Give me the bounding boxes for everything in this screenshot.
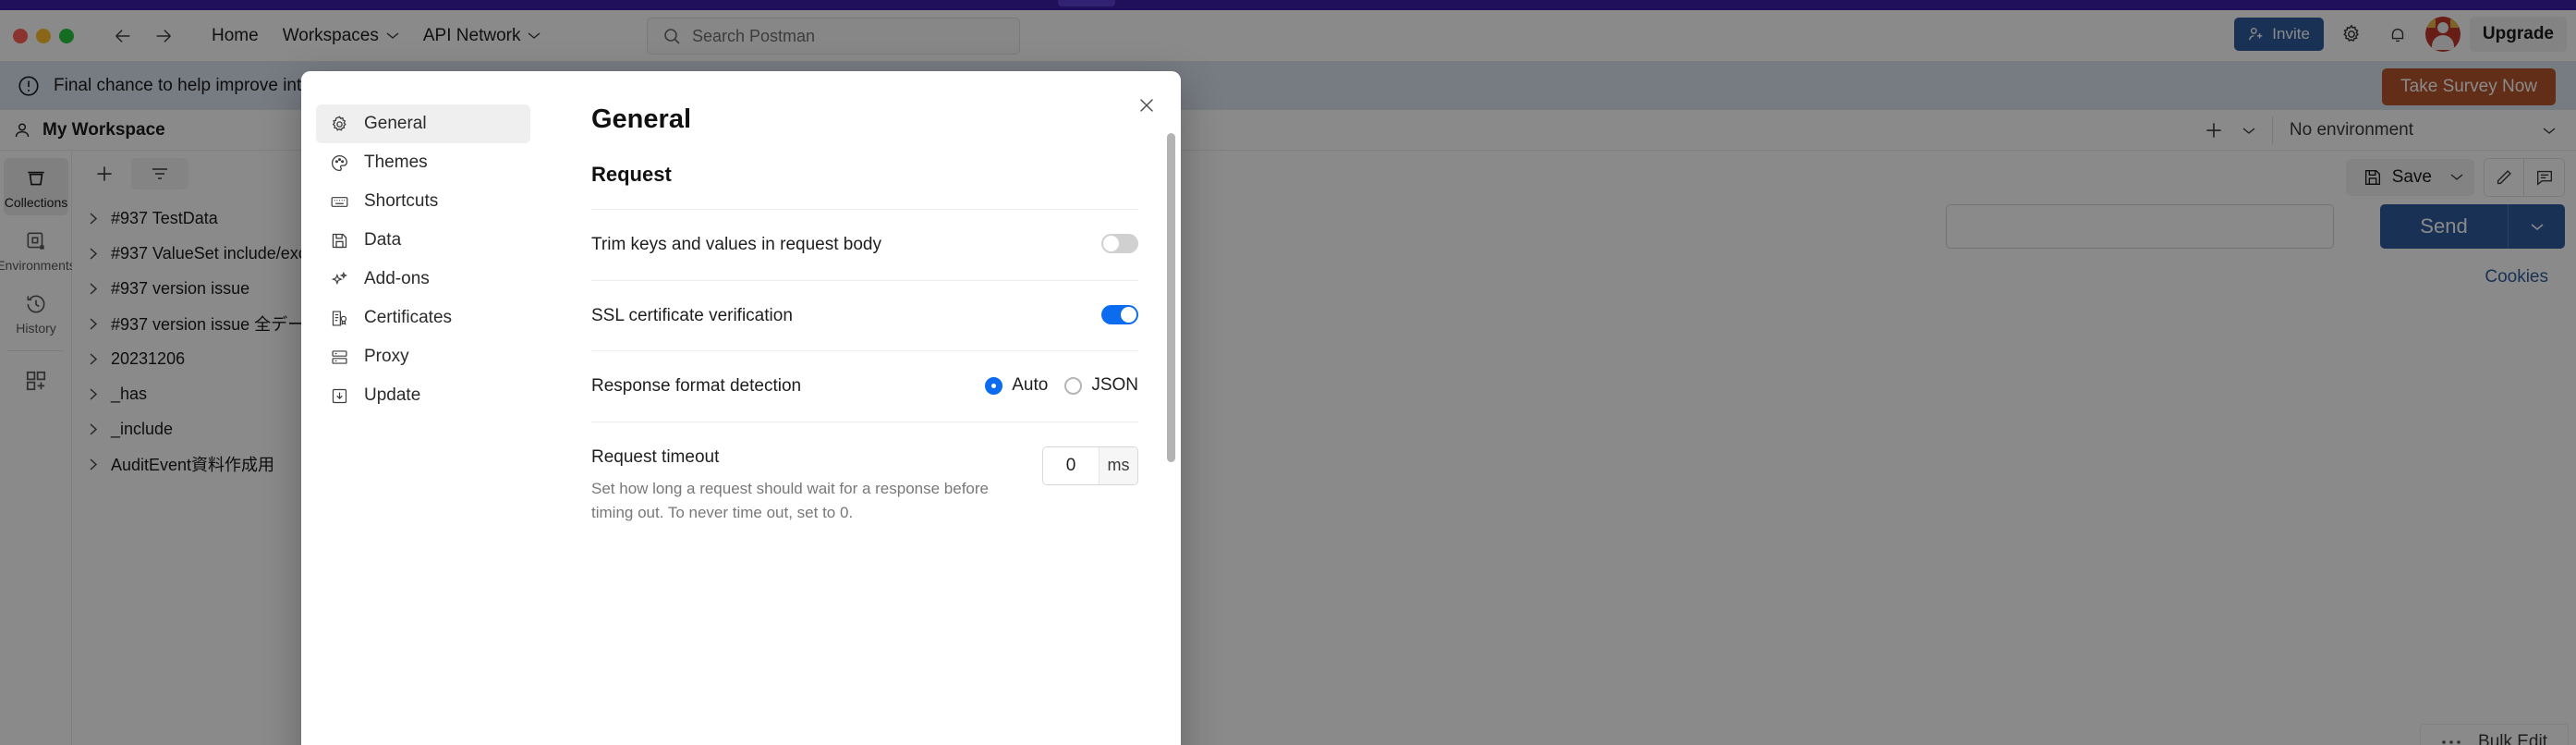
setting-row-request-timeout: Request timeout Set how long a request s… <box>591 421 1138 547</box>
close-icon <box>1140 99 1153 112</box>
sidebar-item-themes[interactable]: Themes <box>316 143 530 182</box>
setting-label: Request timeout <box>591 446 720 467</box>
server-icon <box>329 347 349 367</box>
sidebar-item-shortcuts-label: Shortcuts <box>364 191 439 211</box>
section-heading-request: Request <box>591 163 672 186</box>
postman-app-window: Home Workspaces API Network Search Postm… <box>0 0 2576 745</box>
toggle-knob <box>1121 306 1136 323</box>
sidebar-item-update[interactable]: Update <box>316 376 530 415</box>
setting-description: Set how long a request should wait for a… <box>591 480 989 521</box>
sidebar-item-general[interactable]: General <box>316 104 530 143</box>
download-icon <box>329 385 349 406</box>
setting-control <box>1101 303 1138 324</box>
trim-keys-toggle[interactable] <box>1101 234 1138 253</box>
gear-icon <box>329 114 349 134</box>
sidebar-item-add-ons[interactable]: Add-ons <box>316 260 530 299</box>
certificate-icon <box>329 308 349 328</box>
sidebar-item-shortcuts[interactable]: Shortcuts <box>316 182 530 221</box>
close-modal-button[interactable] <box>1133 92 1160 119</box>
radio-json-indicator <box>1064 376 1083 395</box>
setting-label: Trim keys and values in request body <box>591 235 882 254</box>
sidebar-item-data-label: Data <box>364 230 402 250</box>
radio-option-auto[interactable]: Auto <box>985 375 1048 396</box>
setting-row-response-format: Response format detection Auto JSON <box>591 350 1138 421</box>
setting-text: Request timeout Set how long a request s… <box>591 445 1026 525</box>
setting-text: SSL certificate verification <box>591 303 793 329</box>
page-title: General <box>591 104 691 134</box>
setting-control: Auto JSON <box>985 373 1138 396</box>
sidebar-item-add-ons-label: Add-ons <box>364 269 430 288</box>
settings-content: General Request Trim keys and values in … <box>541 71 1181 745</box>
request-timeout-input[interactable]: 0 ms <box>1042 446 1138 485</box>
request-timeout-value[interactable]: 0 <box>1043 446 1099 484</box>
floppy-disk-icon <box>329 230 349 250</box>
radio-option-json[interactable]: JSON <box>1064 375 1138 396</box>
sidebar-item-proxy-label: Proxy <box>364 347 409 366</box>
settings-modal: General Themes Shortcuts Data Add-ons Ce… <box>301 71 1181 745</box>
palette-icon <box>329 153 349 173</box>
setting-control <box>1101 232 1138 253</box>
setting-label: Response format detection <box>591 376 802 397</box>
radio-auto-label: Auto <box>1012 375 1049 396</box>
radio-json-label: JSON <box>1091 375 1138 396</box>
modal-scrollbar[interactable] <box>1167 133 1175 462</box>
sidebar-item-themes-label: Themes <box>364 153 428 172</box>
toggle-knob <box>1103 236 1119 251</box>
setting-row-ssl-verification: SSL certificate verification <box>591 279 1138 351</box>
request-timeout-unit: ms <box>1099 446 1137 484</box>
sparkles-icon <box>329 269 349 289</box>
setting-text: Trim keys and values in request body <box>591 232 881 258</box>
sidebar-item-general-label: General <box>364 114 427 133</box>
sidebar-item-proxy[interactable]: Proxy <box>316 337 530 376</box>
sidebar-item-certificates[interactable]: Certificates <box>316 299 530 337</box>
setting-control: 0 ms <box>1042 445 1138 485</box>
setting-text: Response format detection <box>591 373 801 399</box>
setting-label: SSL certificate verification <box>591 305 793 325</box>
sidebar-item-data[interactable]: Data <box>316 221 530 260</box>
keyboard-icon <box>329 191 349 212</box>
radio-auto-indicator <box>985 376 1003 395</box>
ssl-verification-toggle[interactable] <box>1101 304 1138 324</box>
sidebar-item-certificates-label: Certificates <box>364 308 453 327</box>
sidebar-item-update-label: Update <box>364 385 421 405</box>
setting-row-trim-keys: Trim keys and values in request body <box>591 209 1138 280</box>
settings-sidebar: General Themes Shortcuts Data Add-ons Ce… <box>301 71 541 745</box>
